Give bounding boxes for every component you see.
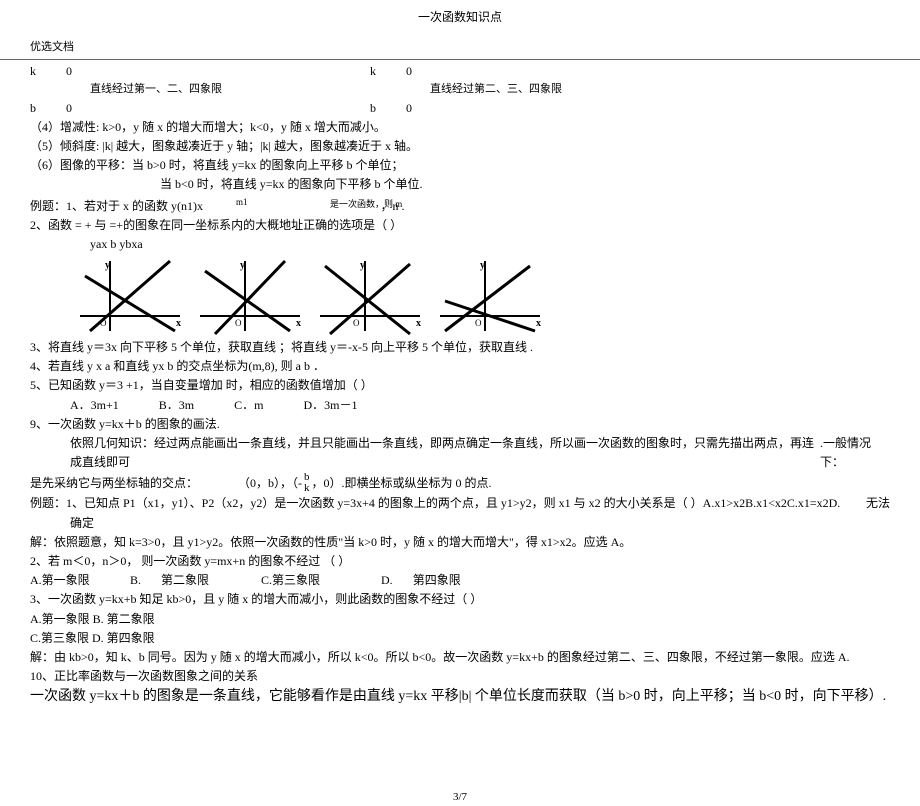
svg-text:x: x [296, 318, 301, 329]
kb-conditions-row1: k 0 直线经过第一、二、四象限 b 0 k 0 直线经过第二、三、四象限 b … [30, 62, 890, 118]
divider [0, 59, 920, 60]
point-5: （5）倾斜度: |k| 越大，图象越凑近于 y 轴；|k| 越大，图象越凑近于 … [30, 137, 890, 156]
graph-option-a: y x O [70, 256, 190, 336]
graph-option-d: y x O [430, 256, 550, 336]
example-4: 4、若直线 y x a 和直线 yx b 的交点坐标为(m,8), 则 a b … [30, 357, 890, 376]
svg-text:x: x [536, 318, 541, 329]
b-val-1: 0 [66, 99, 72, 118]
page-number: 3/7 [0, 709, 920, 806]
example-a1-line2: 确定 [30, 514, 890, 533]
p9-l2c: ，0）.即横坐标或纵坐标为 0 的点. [312, 474, 492, 493]
point-6a: （6）图像的平移：当 b>0 时，将直线 y=kx 的图象向上平移 b 个单位； [30, 156, 890, 175]
svg-text:O: O [475, 318, 482, 328]
choice-d: D．3m－1 [303, 396, 357, 415]
point-9-line2: 是先采纳它与两坐标轴的交点： （0，b），（- b k ，0）.即横坐标或纵坐标… [30, 472, 890, 494]
a2-choice-a: A.第一象限 [30, 571, 110, 590]
svg-text:y: y [360, 260, 365, 271]
example-5-choices: A．3m+1 B．3m C．m D．3m－1 [30, 396, 890, 415]
example-a1-solution: 解：依照题意，知 k=3>0，且 y1>y2。依照一次函数的性质"当 k>0 时… [30, 533, 890, 552]
quadrant-note-1: 直线经过第一、二、四象限 [30, 81, 370, 99]
example-a1-right: 无法 [866, 494, 890, 513]
point-9-tail: .一般情况下： [820, 434, 890, 472]
graph-option-c: y x O [310, 256, 430, 336]
svg-text:y: y [480, 260, 485, 271]
a2-choice-d2: 第四象限 [413, 571, 461, 590]
point-4: （4）增减性: k>0，y 随 x 的增大而增大；k<0，y 随 x 增大而减小… [30, 118, 890, 137]
point-10-body: 一次函数 y=kx＋b 的图象是一条直线，它能够看作是由直线 y=kx 平移|b… [30, 686, 890, 708]
example-1-tiny: 是一次函数，则 m [330, 197, 402, 211]
a2-choice-b2: 第二象限 [161, 571, 241, 590]
example-1: 例题：1、若对于 x 的函数 y(n1)x m1 是一次函数，则 m ，n . [30, 195, 890, 216]
point-9: 9、一次函数 y=kx＋b 的图象的画法. [30, 415, 890, 434]
example-1-text: 例题：1、若对于 x 的函数 y(n1)x [30, 199, 203, 213]
choice-a: A．3m+1 [70, 396, 119, 415]
k-label-1: k [30, 62, 36, 81]
example-a3-choices-a: A.第一象限 B. 第二象限 [30, 610, 890, 629]
k-val-1: 0 [66, 62, 72, 81]
k-val-2: 0 [406, 62, 412, 81]
svg-text:O: O [353, 318, 360, 328]
b-val-2: 0 [406, 99, 412, 118]
p9-frac-bot: k [304, 483, 310, 494]
example-2: 2、函数 = + 与 =+的图象在同一坐标系内的大概地址正确的选项是（ ） [30, 216, 890, 235]
k-label-2: k [370, 62, 376, 81]
quadrant-note-2: 直线经过第二、三、四象限 [370, 81, 710, 99]
page-title: 一次函数知识点 [0, 0, 920, 27]
graph-options-row: y x O y x O y x [70, 256, 890, 336]
svg-text:y: y [240, 260, 245, 271]
a2-choice-d: D. [381, 571, 393, 590]
example-a1: 例题：1、已知点 P1（x1，y1）、P2（x2，y2）是一次函数 y=3x+4… [30, 494, 840, 513]
choice-b: B．3m [159, 396, 194, 415]
example-a2: 2、若 m＜0，n＞0， 则一次函数 y=mx+n 的图象不经过 （ ） [30, 552, 890, 571]
point-6b: 当 b<0 时，将直线 y=kx 的图象向下平移 b 个单位. [30, 175, 890, 194]
example-a2-choices: A.第一象限 B. 第二象限 C.第三象限 D. 第四象限 [30, 571, 890, 590]
point-9-body: 依照几何知识：经过两点能画出一条直线，并且只能画出一条直线，即两点确定一条直线，… [30, 434, 820, 472]
svg-text:x: x [176, 318, 181, 329]
example-3: 3、将直线 y＝3x 向下平移 5 个单位，获取直线 ；将直线 y＝-x-5 向… [30, 338, 890, 357]
example-a3-choices-b: C.第三象限 D. 第四象限 [30, 629, 890, 648]
svg-text:x: x [416, 318, 421, 329]
content: k 0 直线经过第一、二、四象限 b 0 k 0 直线经过第二、三、四象限 b … [0, 62, 920, 709]
doc-label: 优选文档 [0, 27, 920, 57]
point-10: 10、正比率函数与一次函数图象之间的关系 [30, 667, 890, 686]
p9-l2a: 是先采纳它与两坐标轴的交点： [30, 474, 198, 493]
p9-l2b: （0，b），（- [198, 474, 302, 493]
graph-option-b: y x O [190, 256, 310, 336]
b-label-1: b [30, 99, 36, 118]
a2-choice-c: C.第三象限 [261, 571, 361, 590]
example-2-sub: yax b ybxa [30, 235, 890, 254]
example-1-sup: m1 [206, 197, 248, 207]
choice-c: C．m [234, 396, 263, 415]
svg-text:O: O [235, 318, 242, 328]
example-a3: 3、一次函数 y=kx+b 知足 kb>0，且 y 随 x 的增大而减小，则此函… [30, 590, 890, 609]
example-5: 5、已知函数 y＝3 +1，当自变量增加 时，相应的函数值增加（ ） [30, 376, 890, 395]
a2-choice-b: B. [130, 571, 141, 590]
svg-text:y: y [105, 260, 110, 271]
b-label-2: b [370, 99, 376, 118]
